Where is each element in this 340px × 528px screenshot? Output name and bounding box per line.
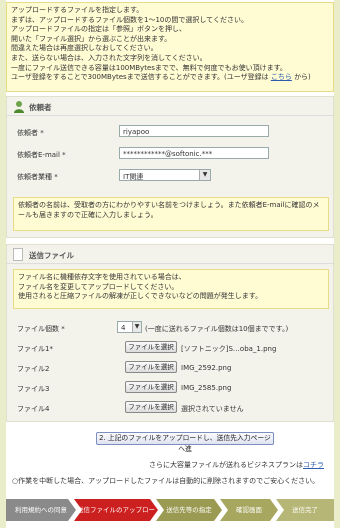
step-label: 送信先等の指定 — [166, 506, 212, 514]
registration-link[interactable]: こちら — [271, 73, 292, 81]
notice-line: まずは、アップロードするファイル個数を1〜10の間で選択してください。 — [11, 15, 248, 24]
industry-label: 依頼者業種 * — [17, 173, 58, 181]
file-name: [ソフトニック]S…oba_1.png — [181, 345, 277, 353]
notice-line: ユーザ登録をすることで300MBytesまで送信することができます。(ユーザ登録… — [11, 73, 329, 83]
document-icon — [13, 248, 23, 261]
name-row: 依頼者 * riyapoo — [7, 125, 333, 139]
send-file-section: 送信ファイル ファイル名に機種依存文字を使用されている場合は、 ファイル名を変更… — [6, 244, 334, 422]
file-row: ファイル2 ファイルを選択 IMG_2592.png — [7, 361, 333, 375]
progress-steps: 利用規約への同意 送信ファイルのアップロード 送信先等の指定 確認画面 送信完了 — [6, 499, 334, 521]
file-row: ファイル4 ファイルを選択 選択されていません — [7, 401, 333, 415]
hint-line: 使用されると圧縮ファイルの解凍が正しくできないなどの問題が発生します。 — [18, 292, 263, 301]
name-label: 依頼者 * — [17, 129, 44, 137]
notice-line: アップロードファイルの指定は「参照」ボタンを押し、 — [11, 25, 186, 34]
choose-file-button[interactable]: ファイルを選択 — [125, 361, 177, 373]
step-destination: 送信先等の指定 — [156, 499, 222, 521]
step-confirm: 確認画面 — [220, 499, 278, 521]
file-name: IMG_2585.png — [181, 384, 232, 392]
industry-select[interactable]: IT関連 ▼ — [119, 169, 211, 181]
business-plan-text: さらに大容量ファイルが送れるビジネスプランは — [149, 461, 303, 469]
industry-value: IT関連 — [123, 173, 144, 181]
file-name: IMG_2592.png — [181, 364, 232, 372]
step-terms: 利用規約への同意 — [6, 499, 76, 521]
instruction-notice: アップロードするファイルを指定します。 まずは、アップロードするファイル個数を1… — [6, 2, 334, 92]
step-upload-current: 送信ファイルのアップロード — [74, 499, 158, 521]
file-count-row: ファイル個数 * 4 ▼ (一度に送れるファイル個数は10個までです。) — [7, 321, 333, 335]
notice-line: 一度にファイル送信できる容量は100MBytesまでで、無料で何度でもお使い頂け… — [11, 63, 287, 72]
notice-registration-text: ユーザ登録をすることで300MBytesまで送信することができます。(ユーザ登録… — [11, 73, 269, 82]
notice-line: アップロードするファイルを指定します。 — [11, 6, 144, 14]
requester-hint: 依頼者の名前は、受取者の方にわかりやすい名前をつけましょう。また依頼者E-mai… — [13, 197, 329, 231]
business-plan-note: さらに大容量ファイルが送れるビジネスプランはコチラ — [149, 460, 324, 470]
industry-row: 依頼者業種 * IT関連 ▼ — [7, 169, 333, 183]
notice-line: 間違えた場合は再度選択しなおしてください。 — [11, 44, 158, 53]
file-count-select[interactable]: 4 ▼ — [117, 321, 142, 333]
notice-line: また、送らない場合は、入力された文字列を消してください。 — [11, 53, 207, 62]
file-row: ファイル3 ファイルを選択 IMG_2585.png — [7, 381, 333, 395]
upload-page: アップロードするファイルを指定します。 まずは、アップロードするファイル個数を1… — [6, 0, 334, 528]
step-complete: 送信完了 — [276, 499, 334, 521]
email-label: 依頼者E-mail * — [17, 151, 66, 159]
hint-line: ファイル名を変更してアップロードしてください。 — [18, 282, 179, 291]
chevron-down-icon: ▼ — [199, 170, 210, 180]
send-file-title: 送信ファイル — [29, 251, 74, 260]
business-plan-link[interactable]: コチラ — [303, 461, 324, 469]
file-row: ファイル1* ファイルを選択 [ソフトニック]S…oba_1.png — [7, 341, 333, 355]
chevron-down-icon: ▼ — [132, 322, 141, 332]
file-name: 選択されていません — [181, 405, 244, 413]
email-input[interactable]: ************@softonic.*** — [119, 147, 269, 159]
choose-file-button[interactable]: ファイルを選択 — [125, 401, 177, 413]
file-label: ファイル1* — [17, 345, 53, 353]
requester-title: 依頼者 — [29, 103, 52, 112]
auto-delete-note: ○作業を中断した場合、アップロードしたファイルは自動的に削除されますのでご安心く… — [12, 477, 320, 485]
step-label: 送信完了 — [292, 506, 318, 514]
file-count-value: 4 — [121, 324, 126, 332]
send-file-header: 送信ファイル — [7, 245, 333, 264]
upload-submit-button[interactable]: 2. 上記のファイルをアップロードし、送信先入力ページへ進 — [96, 432, 274, 453]
hint-line: ファイル名に機種依存文字を使用されている場合は、 — [18, 273, 186, 281]
email-row: 依頼者E-mail * ************@softonic.*** — [7, 147, 333, 161]
requester-section: 依頼者 依頼者 * riyapoo 依頼者E-mail * **********… — [6, 96, 334, 238]
choose-file-button[interactable]: ファイルを選択 — [125, 341, 177, 353]
send-file-hint: ファイル名に機種依存文字を使用されている場合は、 ファイル名を変更してアップロー… — [13, 269, 329, 309]
person-icon — [14, 101, 24, 113]
requester-header: 依頼者 — [7, 97, 333, 116]
step-label: 利用規約への同意 — [15, 506, 67, 514]
choose-file-button[interactable]: ファイルを選択 — [125, 381, 177, 393]
file-label: ファイル4 — [17, 405, 50, 413]
notice-line: 開いた「ファイル選択」から選ぶことが出来ます。 — [11, 34, 172, 43]
notice-registration-suffix: から) — [294, 73, 311, 82]
step-label: 確認画面 — [236, 506, 262, 514]
file-label: ファイル3 — [17, 385, 50, 393]
name-input[interactable]: riyapoo — [119, 125, 269, 137]
file-label: ファイル2 — [17, 365, 50, 373]
file-count-note: (一度に送れるファイル個数は10個までです。) — [145, 325, 289, 333]
file-count-label: ファイル個数 * — [17, 325, 65, 333]
